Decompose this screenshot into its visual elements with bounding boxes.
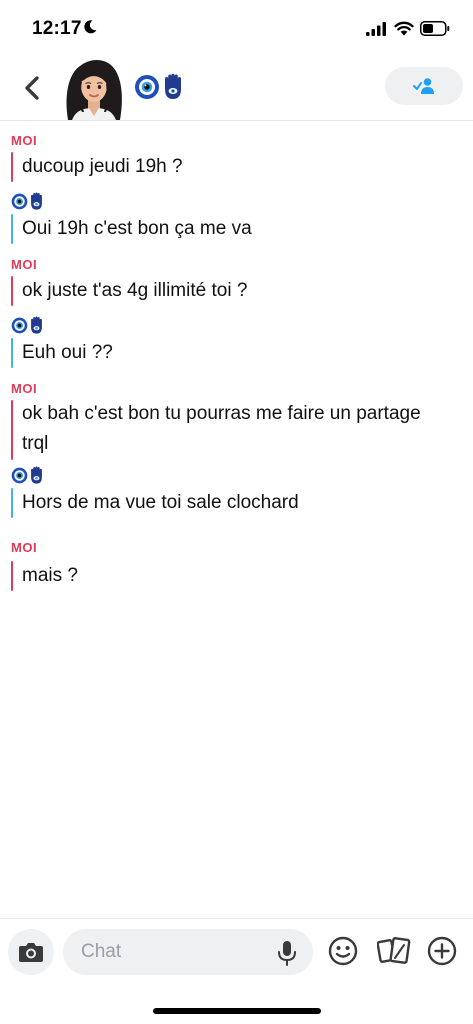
contact-name[interactable] [134,72,185,102]
message-accent-bar [11,561,13,591]
message-group: MOI ok juste t'as 4g illimité toi ? [0,254,473,316]
chat-header [0,56,473,121]
sender-label-them [11,316,45,334]
camera-button[interactable] [8,929,54,975]
hamsa-icon [31,316,42,334]
microphone-icon[interactable] [276,940,298,966]
sender-label-them [11,466,45,484]
message-text[interactable]: ok bah c'est bon tu pourras me faire un … [22,399,422,459]
sender-label-them [11,192,45,210]
message-accent-bar [11,400,13,460]
message-accent-bar [11,488,13,518]
sender-label-me: MOI [11,133,38,148]
message-group: MOI ducoup jeudi 19h ? [0,130,473,192]
moon-icon [84,20,97,34]
message-group: Oui 19h c'est bon ça me va [0,192,473,254]
evil-eye-icon [135,75,159,99]
message-text[interactable]: Hors de ma vue toi sale clochard [22,488,462,518]
message-group: Euh oui ?? [0,316,473,378]
wifi-icon [394,21,414,36]
message-accent-bar [11,152,13,182]
message-text[interactable]: ducoup jeudi 19h ? [22,152,462,182]
plus-icon[interactable] [427,936,457,966]
bitmoji-avatar-icon [66,60,122,120]
message-group: Hors de ma vue toi sale clochard [0,466,473,528]
message-text[interactable]: Euh oui ?? [22,338,462,368]
message-text[interactable]: Oui 19h c'est bon ça me va [22,214,462,244]
battery-icon [420,21,450,36]
cellular-signal-icon [366,22,386,36]
hamsa-icon [165,73,181,99]
evil-eye-icon [11,317,28,333]
message-group: MOI mais ? [0,536,473,598]
evil-eye-icon [11,193,28,209]
hamsa-icon [31,192,42,210]
status-time: 12:17 [32,18,82,39]
stickers-cards-icon[interactable] [377,935,411,967]
add-friend-check-icon [413,78,434,94]
composer-bar [0,918,473,989]
status-bar: 12:17 [0,0,473,56]
message-text[interactable]: ok juste t'as 4g illimité toi ? [22,276,462,306]
hamsa-icon [31,466,42,484]
message-group: MOI ok bah c'est bon tu pourras me faire… [0,378,473,466]
message-accent-bar [11,338,13,368]
evil-eye-icon [11,467,28,483]
sender-label-me: MOI [11,381,38,396]
home-indicator[interactable] [153,1008,321,1014]
message-accent-bar [11,276,13,306]
avatar[interactable] [60,56,128,120]
message-text[interactable]: mais ? [22,561,462,591]
add-friend-button[interactable] [385,67,463,105]
camera-icon [19,943,43,962]
message-accent-bar [11,214,13,244]
sender-label-me: MOI [11,257,38,272]
sender-label-me: MOI [11,540,38,555]
smiley-icon[interactable] [328,936,358,966]
back-button[interactable] [18,70,48,106]
